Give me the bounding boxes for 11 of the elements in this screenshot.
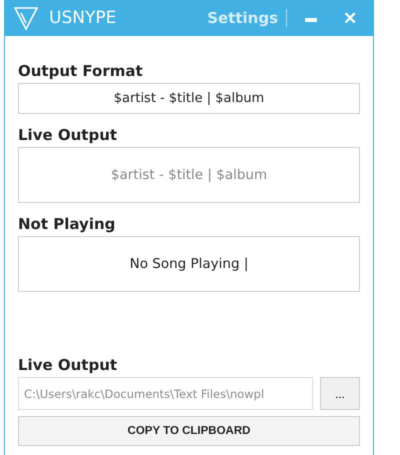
app-title: USNYPE <box>49 8 118 28</box>
output-preview: $artist - $title | $album <box>18 147 360 203</box>
triangle-logo-icon <box>13 5 39 31</box>
output-preview: No Song Playing | <box>18 236 360 292</box>
section-heading: Not Playing <box>18 215 116 233</box>
copy-button[interactable]: COPY TO CLIPBOARD <box>18 416 360 446</box>
format-field[interactable]: $artist - $title | $album <box>18 83 360 114</box>
section-heading: Live Output <box>18 126 118 144</box>
browse-button[interactable]: ... <box>320 377 360 410</box>
section-heading: Output Format <box>18 62 144 80</box>
section-heading: Live Output <box>18 356 118 374</box>
